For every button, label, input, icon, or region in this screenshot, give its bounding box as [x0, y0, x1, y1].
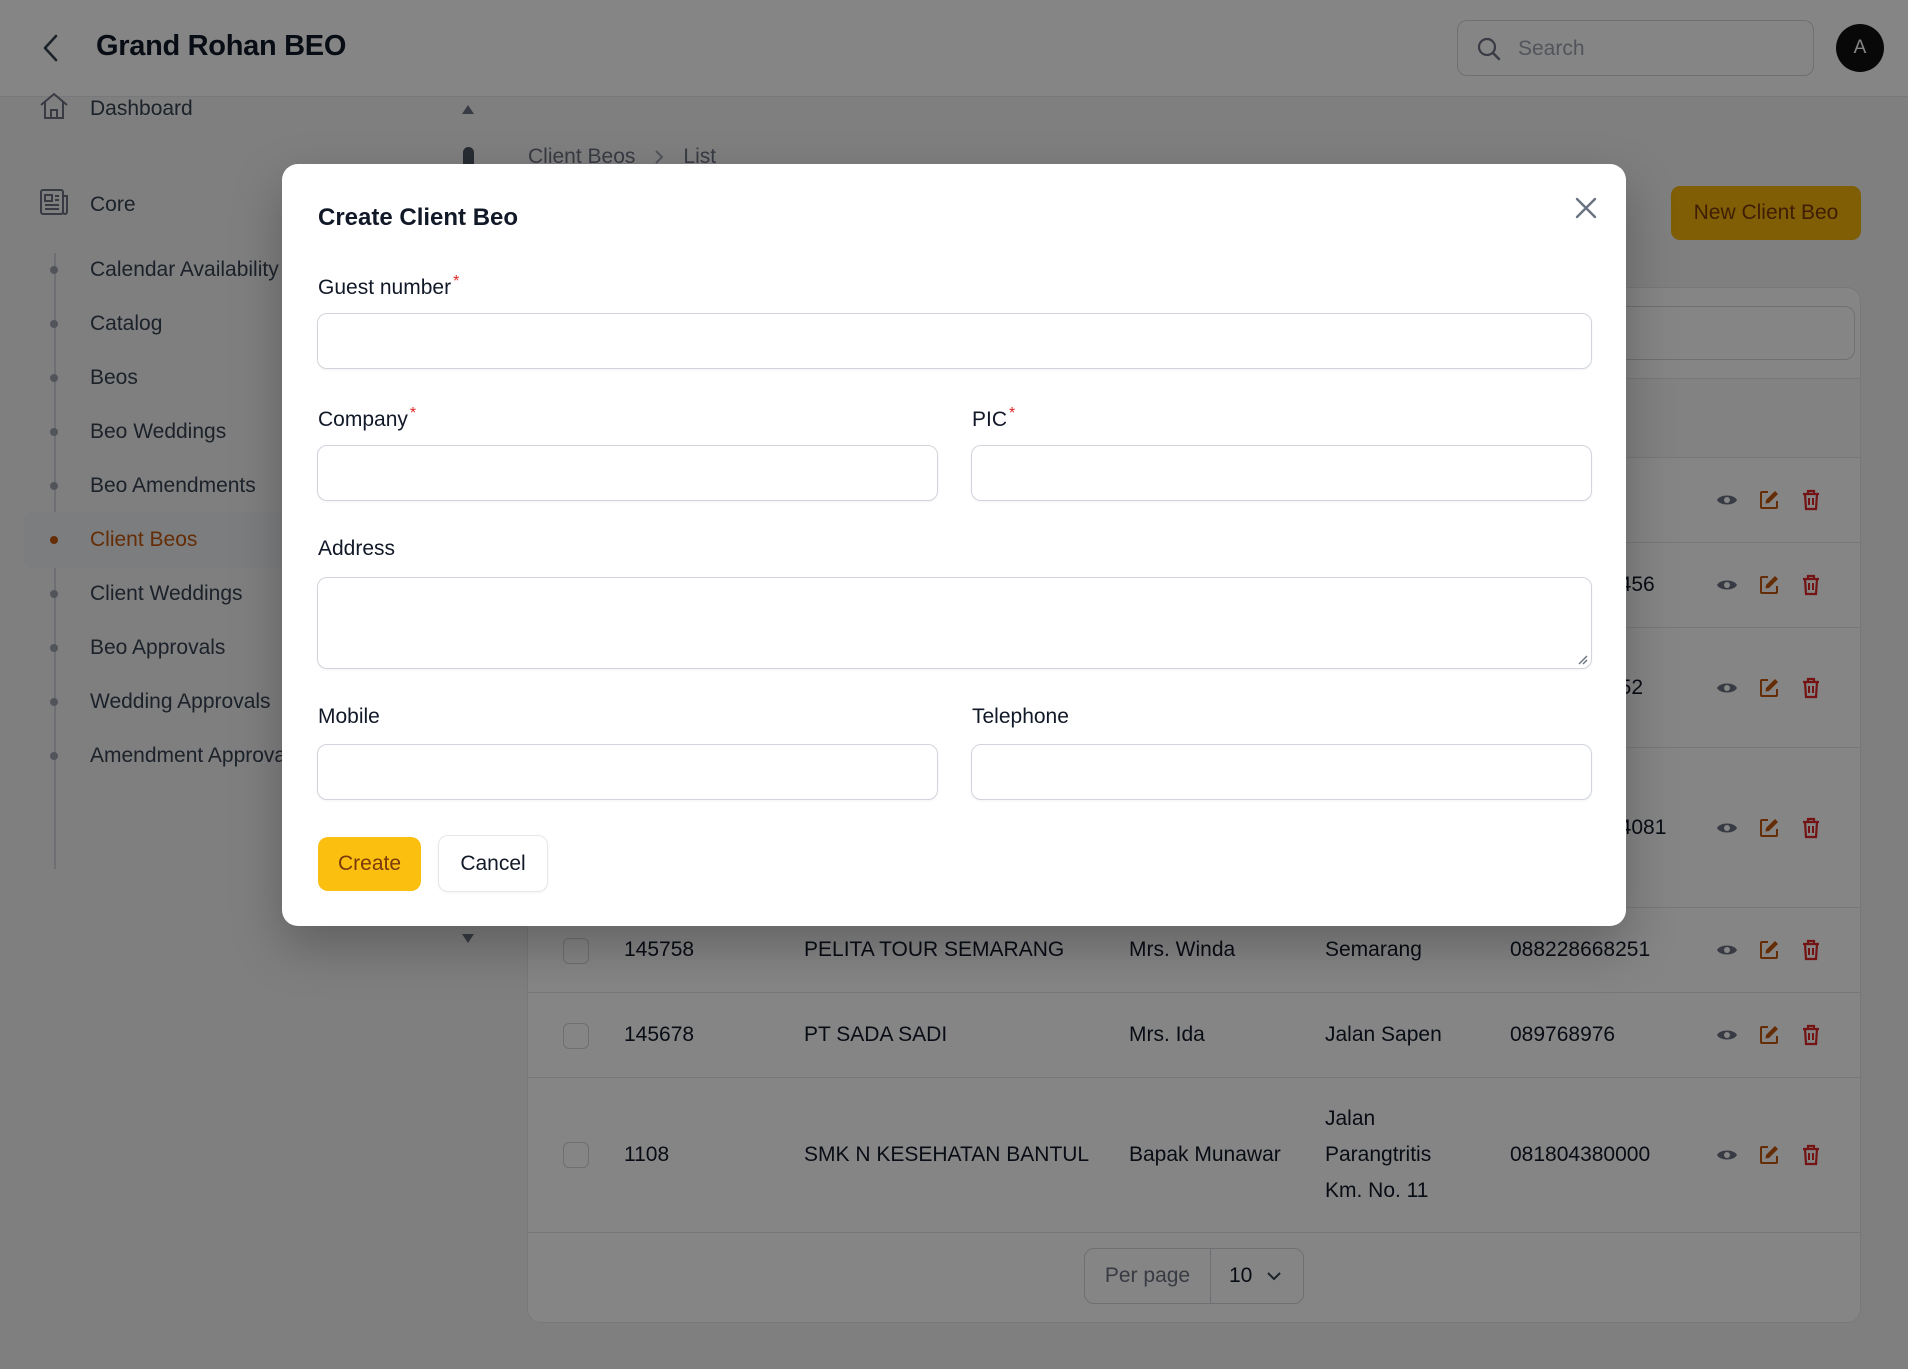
modal-title: Create Client Beo — [318, 204, 519, 231]
resize-grip-icon[interactable] — [1576, 653, 1588, 665]
pic-label: PIC * — [972, 405, 1015, 432]
pic-field[interactable] — [971, 445, 1592, 501]
create-client-beo-modal: Create Client Beo Guest number * Company *… — [282, 164, 1626, 926]
create-button[interactable]: Create — [318, 837, 421, 891]
company-label: Company * — [318, 405, 416, 432]
guest-number-field[interactable] — [317, 313, 1592, 369]
mobile-field[interactable] — [317, 744, 938, 800]
close-icon[interactable] — [1570, 192, 1602, 224]
address-textarea[interactable] — [317, 577, 1592, 669]
label-text: PIC — [972, 408, 1008, 431]
label-text: Guest number — [318, 276, 452, 299]
label-text: Company — [318, 408, 408, 431]
mobile-label: Mobile — [318, 705, 380, 728]
telephone-label: Telephone — [972, 705, 1069, 728]
cancel-button[interactable]: Cancel — [438, 835, 548, 892]
guest-number-label: Guest number * — [318, 273, 459, 300]
address-label: Address — [318, 537, 396, 560]
required-marker: * — [1009, 405, 1016, 422]
required-marker: * — [409, 405, 417, 422]
required-marker: * — [453, 273, 460, 290]
company-field[interactable] — [317, 445, 938, 501]
telephone-field[interactable] — [971, 744, 1592, 800]
